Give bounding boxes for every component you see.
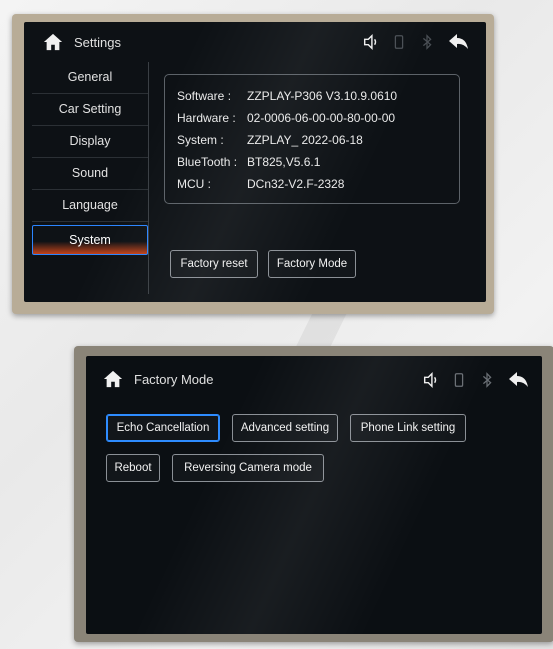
page-title: Settings	[74, 34, 121, 50]
info-key: Software :	[177, 89, 232, 103]
status-icons	[422, 370, 530, 390]
settings-screen: Settings General Car Setting Display Sou…	[24, 22, 486, 302]
sidebar-item-general[interactable]: General	[32, 62, 148, 94]
settings-sidebar: General Car Setting Display Sound Langua…	[32, 62, 149, 294]
sidebar-item-car-setting[interactable]: Car Setting	[32, 94, 148, 126]
home-icon[interactable]	[42, 32, 64, 52]
reversing-camera-mode-button[interactable]: Reversing Camera mode	[172, 454, 324, 482]
info-value: BT825,V5.6.1	[247, 155, 321, 169]
reboot-button[interactable]: Reboot	[106, 454, 160, 482]
info-row-mcu: MCU : DCn32-V2.F-2328	[177, 173, 447, 195]
echo-cancellation-button[interactable]: Echo Cancellation	[106, 414, 220, 442]
info-value: DCn32-V2.F-2328	[247, 177, 345, 191]
volume-icon[interactable]	[422, 371, 440, 389]
phone-icon	[394, 35, 404, 49]
advanced-setting-button[interactable]: Advanced setting	[232, 414, 338, 442]
sidebar-item-sound[interactable]: Sound	[32, 158, 148, 190]
system-info-panel: Software : ZZPLAY-P306 V3.10.9.0610 Hard…	[164, 74, 460, 204]
back-arrow-icon[interactable]	[506, 370, 530, 390]
phone-icon	[454, 373, 464, 387]
factory-mode-button[interactable]: Factory Mode	[268, 250, 356, 278]
info-row-software: Software : ZZPLAY-P306 V3.10.9.0610	[177, 85, 447, 107]
factory-mode-screen: Factory Mode Echo Cancellation Advanced …	[86, 356, 542, 634]
info-key: Hardware :	[177, 111, 236, 125]
info-value: 02-0006-06-00-00-80-00-00	[247, 111, 396, 125]
info-row-system: System : ZZPLAY_ 2022-06-18	[177, 129, 447, 151]
factory-reset-button[interactable]: Factory reset	[170, 250, 258, 278]
page-title: Factory Mode	[134, 371, 214, 387]
sidebar-item-system[interactable]: System	[32, 225, 148, 255]
info-key: System :	[177, 133, 224, 147]
bluetooth-icon	[482, 372, 492, 388]
info-value: ZZPLAY_ 2022-06-18	[247, 133, 363, 147]
bluetooth-icon	[422, 34, 432, 50]
info-value: ZZPLAY-P306 V3.10.9.0610	[247, 89, 398, 103]
info-row-hardware: Hardware : 02-0006-06-00-00-80-00-00	[177, 107, 447, 129]
sidebar-item-display[interactable]: Display	[32, 126, 148, 158]
info-row-bluetooth: BlueTooth : BT825,V5.6.1	[177, 151, 447, 173]
status-icons	[362, 32, 470, 52]
sidebar-item-language[interactable]: Language	[32, 190, 148, 222]
home-icon[interactable]	[102, 369, 124, 389]
info-key: BlueTooth :	[177, 155, 238, 169]
info-key: MCU :	[177, 177, 211, 191]
back-arrow-icon[interactable]	[446, 32, 470, 52]
volume-icon[interactable]	[362, 33, 380, 51]
phone-link-setting-button[interactable]: Phone Link setting	[350, 414, 466, 442]
